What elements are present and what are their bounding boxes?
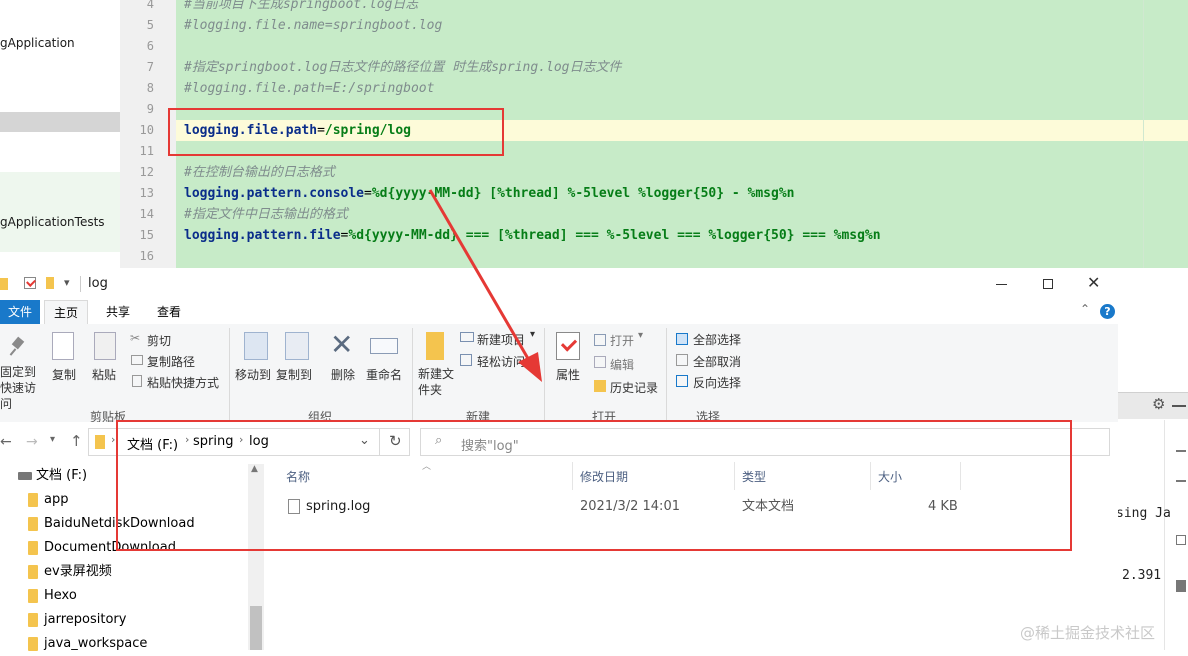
arrow-shaft xyxy=(428,189,532,363)
arrow-head xyxy=(518,352,542,382)
watermark: @稀土掘金技术社区 xyxy=(1020,624,1156,642)
annotation-arrow xyxy=(428,189,542,382)
